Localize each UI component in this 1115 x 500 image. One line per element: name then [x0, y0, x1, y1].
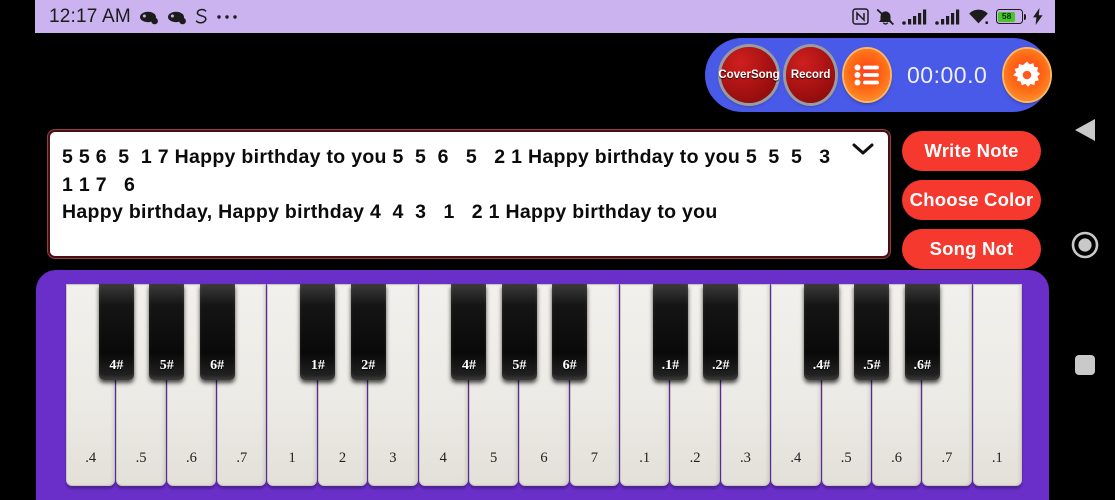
- black-key-label: 6#: [210, 358, 225, 373]
- white-key-label: .7: [236, 450, 248, 466]
- white-key-label: .6: [891, 450, 902, 466]
- write-note-label: Write Note: [924, 140, 1019, 161]
- recording-timer: 00:00.0: [907, 61, 988, 88]
- black-key[interactable]: .1#: [652, 284, 688, 380]
- game-controller-icon: [167, 11, 186, 24]
- s-app-icon: [195, 8, 207, 24]
- black-key[interactable]: 4#: [451, 284, 487, 380]
- gear-icon: [1013, 61, 1041, 87]
- write-note-button[interactable]: Write Note: [902, 131, 1041, 171]
- signal-bars-icon: [934, 9, 959, 25]
- status-bar-left: 12:17 AM: [49, 6, 238, 28]
- song-list-button[interactable]: [844, 49, 891, 101]
- cover-song-label-line1: Cover: [718, 68, 751, 81]
- battery-percent-label: 58: [1001, 11, 1012, 22]
- white-key-label: .1: [991, 450, 1003, 466]
- white-key-label: .6: [185, 450, 197, 466]
- white-key-label: .2: [689, 450, 701, 466]
- white-key-label: .5: [840, 450, 852, 466]
- wifi-icon: [968, 9, 988, 24]
- black-key-label: .2#: [712, 358, 730, 373]
- white-key-label: 5: [489, 450, 498, 466]
- white-key-label: 4: [439, 450, 447, 466]
- white-key-label: 3: [389, 450, 397, 466]
- black-key[interactable]: 1#: [300, 284, 336, 380]
- black-key[interactable]: 6#: [552, 284, 588, 380]
- nfc-icon: [851, 8, 869, 25]
- note-text-panel[interactable]: 5 5 6 5 1 7 Happy birthday to you 5 5 6 …: [48, 130, 890, 258]
- choose-color-button[interactable]: Choose Color: [902, 180, 1041, 220]
- black-key[interactable]: 2#: [350, 284, 386, 380]
- status-bar-right: 58: [851, 8, 1044, 26]
- white-key-label: 6: [540, 450, 548, 466]
- black-key-label: 6#: [562, 358, 577, 373]
- black-key[interactable]: 4#: [98, 284, 134, 380]
- white-key-label: .4: [85, 450, 97, 466]
- black-key[interactable]: 6#: [199, 284, 235, 380]
- white-key-label: .7: [941, 450, 953, 466]
- white-key-label: 2: [338, 450, 347, 466]
- piano-keybed: .4 .5 .6 .7 1 2 3 4 5 6 7 .1 .2 .3 .4 .5 .6 .7 .1 4# 5# 6# 1# 2…: [66, 284, 1023, 500]
- choose-color-label: Choose Color: [909, 189, 1034, 210]
- record-button[interactable]: Record: [786, 47, 836, 103]
- black-key-label: 4#: [461, 358, 476, 373]
- black-key-label: 4#: [109, 358, 124, 373]
- black-key-label: .1#: [661, 358, 680, 373]
- status-bar-clock: 12:17 AM: [49, 5, 131, 27]
- black-key[interactable]: 5#: [501, 284, 537, 380]
- list-icon: [854, 64, 880, 86]
- battery-icon: 58: [995, 9, 1026, 24]
- top-toolbar: Cover Song Record 00:00.0: [705, 38, 1051, 112]
- mute-vibrate-icon: [876, 8, 894, 25]
- black-key-label: .5#: [863, 358, 881, 373]
- black-key[interactable]: .6#: [904, 284, 940, 380]
- black-key-label: .4#: [812, 358, 831, 373]
- white-key-label: 1: [288, 450, 296, 466]
- white-key-label: .3: [740, 450, 751, 466]
- black-key[interactable]: 5#: [149, 284, 185, 380]
- action-button-group: Write Note Choose Color Song Not: [902, 131, 1041, 269]
- black-key[interactable]: .4#: [804, 284, 840, 380]
- status-bar: 12:17 AM 58: [35, 0, 1055, 33]
- black-key-label: 5#: [159, 358, 174, 373]
- piano-keyboard: .4 .5 .6 .7 1 2 3 4 5 6 7 .1 .2 .3 .4 .5 .6 .7 .1 4# 5# 6# 1# 2…: [36, 270, 1049, 500]
- home-circle-icon[interactable]: [1071, 231, 1099, 259]
- black-key-label: 2#: [361, 358, 376, 373]
- app-screen: 12:17 AM 58 Cover Song Record 00:00.0 5 …: [0, 0, 1115, 500]
- black-key-label: 1#: [310, 358, 325, 373]
- game-controller-icon: [139, 11, 158, 24]
- song-not-button[interactable]: Song Not: [902, 229, 1041, 269]
- white-key[interactable]: .1: [972, 284, 1022, 486]
- black-key-label: .6#: [913, 358, 932, 373]
- black-key[interactable]: .2#: [703, 284, 739, 380]
- charging-bolt-icon: [1033, 8, 1043, 25]
- recents-square-icon[interactable]: [1074, 354, 1096, 376]
- record-label: Record: [790, 68, 831, 81]
- white-key-label: .4: [790, 450, 802, 466]
- white-key-label: .1: [639, 450, 651, 466]
- white-key-label: .5: [135, 450, 147, 466]
- black-key[interactable]: .5#: [854, 284, 890, 380]
- song-not-label: Song Not: [929, 238, 1014, 259]
- android-nav-bar: [1055, 0, 1115, 500]
- settings-button[interactable]: [1004, 49, 1051, 101]
- chevron-down-icon[interactable]: [852, 142, 874, 156]
- cover-song-label-line2: Song: [750, 68, 780, 81]
- white-key-label: 7: [590, 450, 598, 466]
- black-key-label: 5#: [512, 358, 527, 373]
- note-text: 5 5 6 5 1 7 Happy birthday to you 5 5 6 …: [62, 146, 831, 224]
- cover-song-button[interactable]: Cover Song: [718, 47, 780, 103]
- signal-bars-icon: [901, 9, 926, 25]
- overflow-dots-icon: [217, 14, 237, 19]
- back-triangle-icon[interactable]: [1074, 118, 1096, 142]
